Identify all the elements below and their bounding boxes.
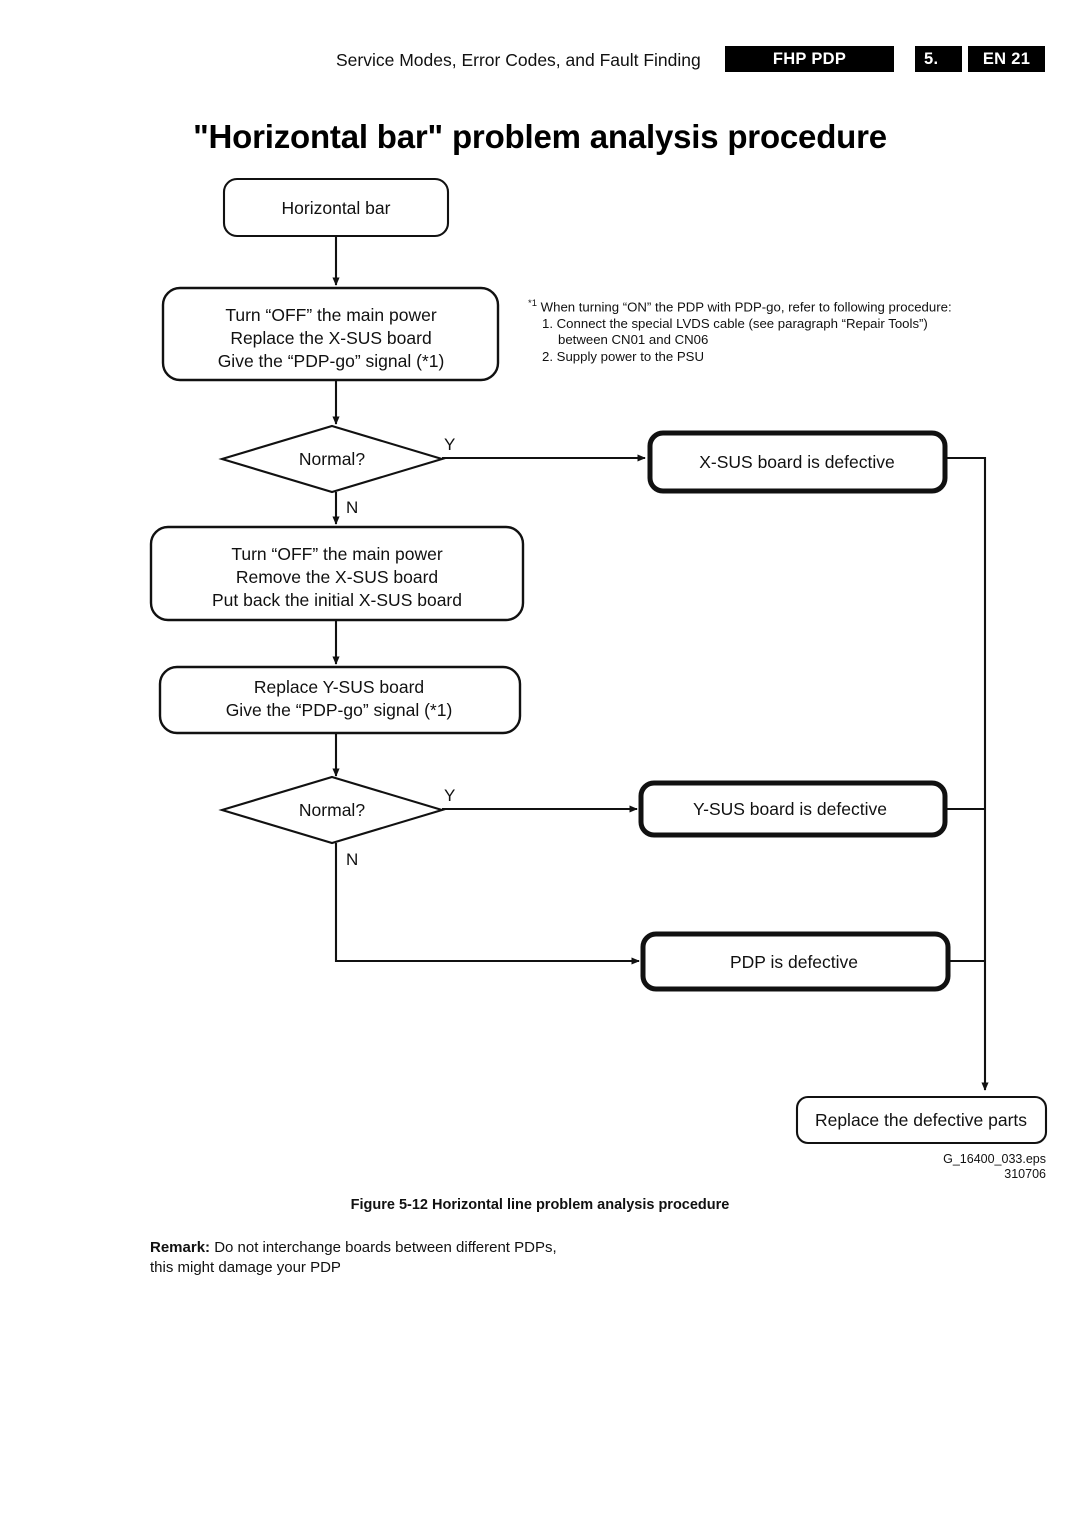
flow-node-step2-line3: Put back the initial X-SUS board — [212, 590, 462, 610]
remark-block: Remark: Do not interchange boards betwee… — [150, 1238, 850, 1278]
flow-node-step2-line1: Turn “OFF” the main power — [231, 544, 443, 564]
branch-label-decision1-yes: Y — [444, 435, 455, 454]
flow-node-ysus-defective-label: Y-SUS board is defective — [693, 799, 887, 819]
remark-line-2: this might damage your PDP — [150, 1259, 341, 1276]
flow-node-pdp-defective[interactable]: PDP is defective — [640, 931, 951, 992]
eps-number: 310706 — [1004, 1167, 1046, 1181]
footnote-item-1: 1. Connect the special LVDS cable (see p… — [542, 315, 928, 331]
branch-label-decision2-yes: Y — [444, 786, 455, 805]
remark-text-1: Do not interchange boards between differ… — [210, 1239, 557, 1256]
flow-node-decision1-label: Normal? — [299, 449, 365, 469]
flow-node-step1[interactable]: Turn “OFF” the main power Replace the X-… — [161, 286, 500, 382]
flow-node-ysus-defective[interactable]: Y-SUS board is defective — [638, 780, 948, 838]
eps-filename: G_16400_033.eps — [943, 1152, 1046, 1166]
flow-node-start-label: Horizontal bar — [282, 198, 391, 218]
footnote-item-1-continuation: between CN01 and CN06 — [558, 332, 709, 348]
footnote-intro-line: *1 When turning “ON” the PDP with PDP-go… — [528, 296, 998, 316]
flow-node-decision2[interactable]: Normal? — [218, 775, 446, 845]
connector-decision2-no — [334, 843, 640, 965]
flow-node-decision2-label: Normal? — [299, 800, 365, 820]
flow-node-start[interactable]: Horizontal bar — [222, 177, 450, 238]
flow-node-step3[interactable]: Replace Y-SUS board Give the “PDP-go” si… — [158, 665, 522, 735]
figure-caption: Figure 5-12 Horizontal line problem anal… — [350, 1197, 730, 1213]
flow-node-xsus-defective-label: X-SUS board is defective — [699, 452, 895, 472]
flow-node-step3-line2: Give the “PDP-go” signal (*1) — [226, 700, 453, 720]
flow-node-step3-line1: Replace Y-SUS board — [254, 677, 424, 697]
footnote-block: *1 When turning “ON” the PDP with PDP-go… — [528, 296, 998, 365]
remark-line-1: Remark: Do not interchange boards betwee… — [150, 1238, 850, 1258]
flow-node-step1-line1: Turn “OFF” the main power — [225, 305, 437, 325]
connector-bus-main — [947, 456, 989, 1091]
flowchart-diagram: Horizontal bar Turn “OFF” the main power… — [149, 177, 1048, 1145]
flow-node-step1-line2: Replace the X-SUS board — [230, 328, 431, 348]
eps-reference: G_16400_033.eps 310706 — [700, 1152, 1046, 1182]
flow-node-decision1[interactable]: Normal? — [218, 424, 446, 494]
remark-label: Remark: — [150, 1239, 211, 1256]
footnote-intro-text: When turning “ON” the PDP with PDP-go, r… — [540, 299, 952, 315]
branch-label-decision2-no: N — [346, 850, 358, 869]
branch-label-decision1-no: N — [346, 498, 358, 517]
flow-node-replace-parts-label: Replace the defective parts — [815, 1110, 1027, 1130]
flow-node-step2-line2: Remove the X-SUS board — [236, 567, 438, 587]
footnote-marker: *1 — [528, 298, 537, 309]
flow-node-pdp-defective-label: PDP is defective — [730, 952, 858, 972]
footnote-item-2: 2. Supply power to the PSU — [542, 348, 705, 364]
flow-node-step2[interactable]: Turn “OFF” the main power Remove the X-S… — [149, 525, 525, 622]
flow-node-xsus-defective[interactable]: X-SUS board is defective — [647, 430, 948, 494]
flow-node-step1-line3: Give the “PDP-go” signal (*1) — [218, 351, 445, 371]
flow-node-replace-parts[interactable]: Replace the defective parts — [795, 1095, 1048, 1145]
